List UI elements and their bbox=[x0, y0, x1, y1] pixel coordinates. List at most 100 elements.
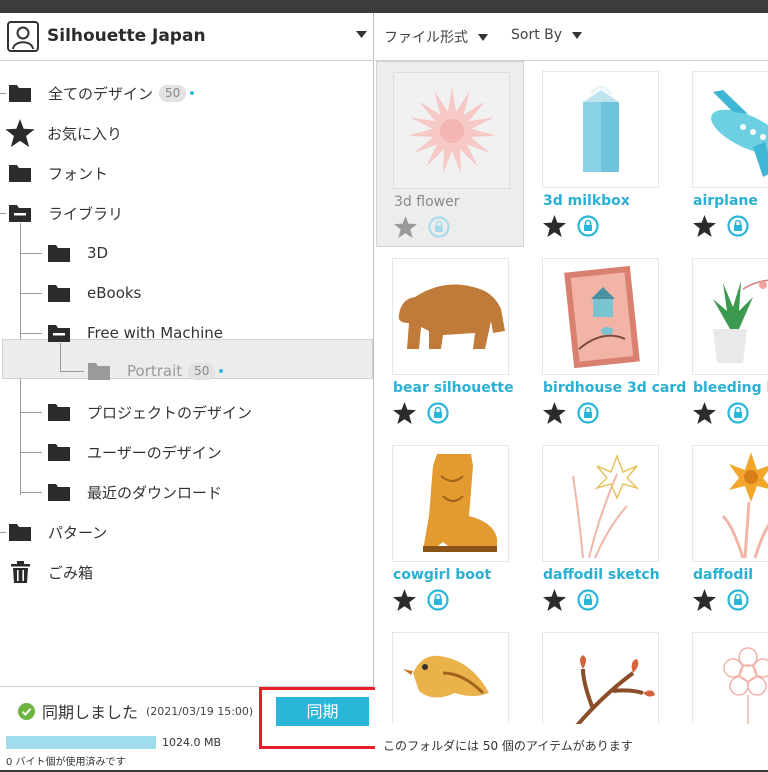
design-name: bear silhouette bbox=[393, 380, 514, 396]
file-format-dropdown[interactable]: ファイル形式 bbox=[384, 27, 488, 47]
star-icon[interactable] bbox=[543, 589, 566, 611]
design-browser: ファイル形式 Sort By 3d flower 3d milkbox airp… bbox=[375, 13, 768, 770]
star-icon[interactable] bbox=[393, 589, 416, 611]
sync-status: 同期しました (2021/03/19 15:00) bbox=[18, 699, 253, 723]
outline-flower-image bbox=[723, 647, 768, 724]
folder-ebooks[interactable]: eBooks bbox=[48, 273, 141, 313]
folder-free-with-machine[interactable]: Free with Machine bbox=[48, 313, 223, 353]
folder-user-designs[interactable]: ユーザーのデザイン bbox=[48, 432, 222, 472]
cloud-sync-icon[interactable] bbox=[576, 401, 600, 425]
tree-connector bbox=[20, 452, 42, 453]
design-thumbnail bbox=[542, 445, 659, 562]
design-thumbnail bbox=[392, 445, 509, 562]
folder-fonts[interactable]: フォント bbox=[9, 153, 108, 193]
design-thumbnail bbox=[542, 632, 659, 724]
design-tile[interactable]: 3d milkbox bbox=[526, 61, 674, 247]
design-tile[interactable]: bear silhouette bbox=[376, 248, 524, 434]
design-tile[interactable]: birdhouse 3d card bbox=[526, 248, 686, 434]
account-selector[interactable]: Silhouette Japan bbox=[0, 13, 374, 61]
folder-favorites[interactable]: お気に入り bbox=[5, 113, 122, 153]
sort-by-dropdown[interactable]: Sort By bbox=[511, 27, 583, 43]
branch-image bbox=[575, 655, 655, 724]
design-name: cowgirl boot bbox=[393, 567, 492, 583]
design-actions bbox=[543, 214, 600, 238]
cloud-sync-icon[interactable] bbox=[726, 401, 750, 425]
folder-status-text: このフォルダには 50 個のアイテムがあります bbox=[383, 739, 633, 753]
design-thumbnail bbox=[692, 71, 768, 188]
tree-connector bbox=[0, 532, 6, 533]
design-tile[interactable]: airplane bbox=[676, 61, 768, 247]
folder-3d[interactable]: 3D bbox=[48, 233, 108, 273]
folder-portrait[interactable]: Portrait 50 bbox=[88, 351, 224, 391]
folder-all-designs[interactable]: 全てのデザイン 50 bbox=[9, 73, 195, 113]
tree-connector bbox=[0, 93, 6, 94]
tree-connector bbox=[20, 333, 42, 334]
cloud-sync-icon[interactable] bbox=[426, 588, 450, 612]
cloud-sync-icon[interactable] bbox=[576, 214, 600, 238]
design-name: daffodil bbox=[693, 567, 754, 583]
sync-timestamp: (2021/03/19 15:00) bbox=[146, 704, 254, 718]
folder-patterns[interactable]: パターン bbox=[9, 512, 107, 552]
cloud-sync-icon[interactable] bbox=[576, 588, 600, 612]
tree-connector bbox=[20, 293, 42, 294]
item-count-badge: 50 bbox=[188, 362, 216, 380]
design-actions bbox=[394, 215, 451, 239]
star-icon[interactable] bbox=[393, 402, 416, 424]
design-name: airplane bbox=[693, 193, 758, 209]
folder-project-designs[interactable]: プロジェクトのデザイン bbox=[48, 392, 252, 432]
library-sidebar: Silhouette Japan 全てのデザイン 50 お気に入り フォント ラ… bbox=[0, 13, 385, 770]
folder-label: 最近のダウンロード bbox=[87, 483, 223, 502]
design-tile[interactable]: bleeding heart bbox=[676, 248, 768, 434]
check-circle-icon bbox=[18, 702, 35, 720]
sync-status-text: 同期しました bbox=[42, 703, 139, 722]
design-tile[interactable]: 3d flower bbox=[376, 61, 524, 247]
design-tile[interactable]: cowgirl boot bbox=[376, 435, 524, 621]
daffodil-sketch-image bbox=[572, 453, 640, 559]
design-tile[interactable] bbox=[526, 622, 674, 724]
cloud-sync-icon[interactable] bbox=[426, 401, 450, 425]
folder-icon bbox=[48, 444, 70, 461]
design-grid: 3d flower 3d milkbox airplane bear silho… bbox=[375, 61, 768, 724]
folder-icon bbox=[48, 484, 70, 501]
cloud-sync-icon[interactable] bbox=[427, 215, 451, 239]
chevron-down-icon[interactable] bbox=[356, 31, 367, 39]
airplane-image bbox=[711, 90, 768, 177]
cloud-sync-icon[interactable] bbox=[726, 214, 750, 238]
folder-trash[interactable]: ごみ箱 bbox=[11, 552, 93, 592]
sync-dot-icon bbox=[219, 369, 224, 373]
plant-image bbox=[713, 279, 768, 363]
star-icon[interactable] bbox=[693, 402, 716, 424]
star-icon bbox=[5, 119, 35, 147]
tree-connector bbox=[20, 492, 42, 493]
cloud-sync-icon[interactable] bbox=[726, 588, 750, 612]
sync-dot-icon bbox=[190, 91, 195, 95]
folder-library[interactable]: ライブラリ bbox=[9, 193, 123, 233]
folder-label: ユーザーのデザイン bbox=[87, 443, 222, 462]
daffodil-image bbox=[721, 452, 768, 559]
bear-image bbox=[398, 284, 505, 349]
design-actions bbox=[693, 588, 750, 612]
design-actions bbox=[543, 401, 600, 425]
design-tile[interactable] bbox=[676, 622, 768, 724]
star-icon[interactable] bbox=[693, 589, 716, 611]
bird-image bbox=[403, 655, 489, 698]
design-thumbnail bbox=[542, 258, 659, 375]
tree-connector bbox=[20, 253, 42, 254]
star-icon[interactable] bbox=[543, 215, 566, 237]
design-tile[interactable]: daffodil sketch bbox=[526, 435, 674, 621]
folder-label: Portrait bbox=[127, 362, 183, 380]
item-count-badge: 50 bbox=[159, 84, 187, 102]
folder-recent-downloads[interactable]: 最近のダウンロード bbox=[48, 472, 222, 512]
design-tile[interactable]: daffodil bbox=[676, 435, 768, 621]
folder-icon bbox=[48, 404, 70, 421]
star-icon[interactable] bbox=[394, 216, 417, 238]
folder-icon bbox=[9, 524, 31, 541]
birdhouse-card-image bbox=[564, 265, 640, 369]
sync-panel: 同期しました (2021/03/19 15:00) 同期 1024.0 MB 0… bbox=[0, 686, 385, 770]
sort-by-label: Sort By bbox=[511, 27, 563, 43]
design-actions bbox=[543, 588, 600, 612]
design-tile[interactable] bbox=[376, 622, 524, 724]
star-icon[interactable] bbox=[543, 402, 566, 424]
window-top-bar bbox=[0, 0, 768, 13]
star-icon[interactable] bbox=[693, 215, 716, 237]
